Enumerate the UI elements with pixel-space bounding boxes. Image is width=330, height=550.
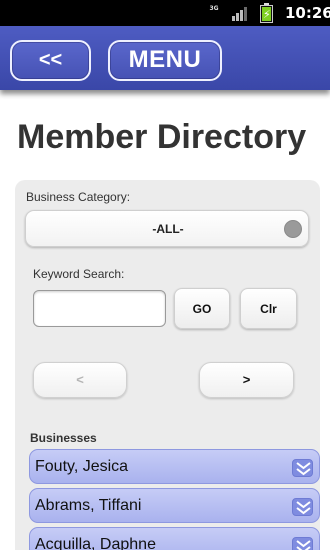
businesses-heading: Businesses: [30, 431, 97, 445]
back-button[interactable]: <<: [10, 40, 91, 81]
expand-chevron-icon[interactable]: [292, 498, 313, 516]
status-bar: 3G ⚡ 10:26: [0, 0, 330, 26]
category-label: Business Category:: [26, 190, 131, 204]
category-select[interactable]: -ALL-: [25, 210, 309, 247]
expand-chevron-icon[interactable]: [292, 537, 313, 550]
category-value: -ALL-: [152, 222, 184, 236]
page-title: Member Directory: [17, 118, 307, 156]
business-name: Fouty, Jesica: [35, 458, 129, 475]
app-header: << MENU: [0, 26, 330, 90]
list-item[interactable]: Fouty, Jesica: [29, 449, 320, 484]
business-name: Abrams, Tiffani: [35, 497, 142, 514]
previous-page-button[interactable]: <: [33, 362, 127, 398]
battery-charging-icon: ⚡: [260, 3, 273, 23]
menu-button[interactable]: MENU: [108, 40, 222, 81]
list-item[interactable]: Abrams, Tiffani: [29, 488, 320, 523]
network-label: 3G: [209, 5, 219, 12]
expand-chevron-icon[interactable]: [292, 459, 313, 477]
go-button[interactable]: GO: [174, 288, 230, 329]
directory-panel: Business Category: -ALL- Keyword Search:…: [15, 180, 320, 550]
dropdown-indicator-icon: [284, 220, 302, 238]
business-name: Acquilla, Daphne: [35, 536, 156, 550]
status-time: 10:26: [285, 4, 330, 22]
list-item[interactable]: Acquilla, Daphne: [29, 527, 320, 550]
clear-button[interactable]: Clr: [240, 288, 297, 329]
signal-strength-icon: [232, 5, 250, 21]
keyword-label: Keyword Search:: [33, 267, 125, 281]
keyword-search-input[interactable]: [33, 290, 166, 327]
network-3g-icon: 3G: [208, 5, 220, 21]
next-page-button[interactable]: >: [199, 362, 294, 398]
